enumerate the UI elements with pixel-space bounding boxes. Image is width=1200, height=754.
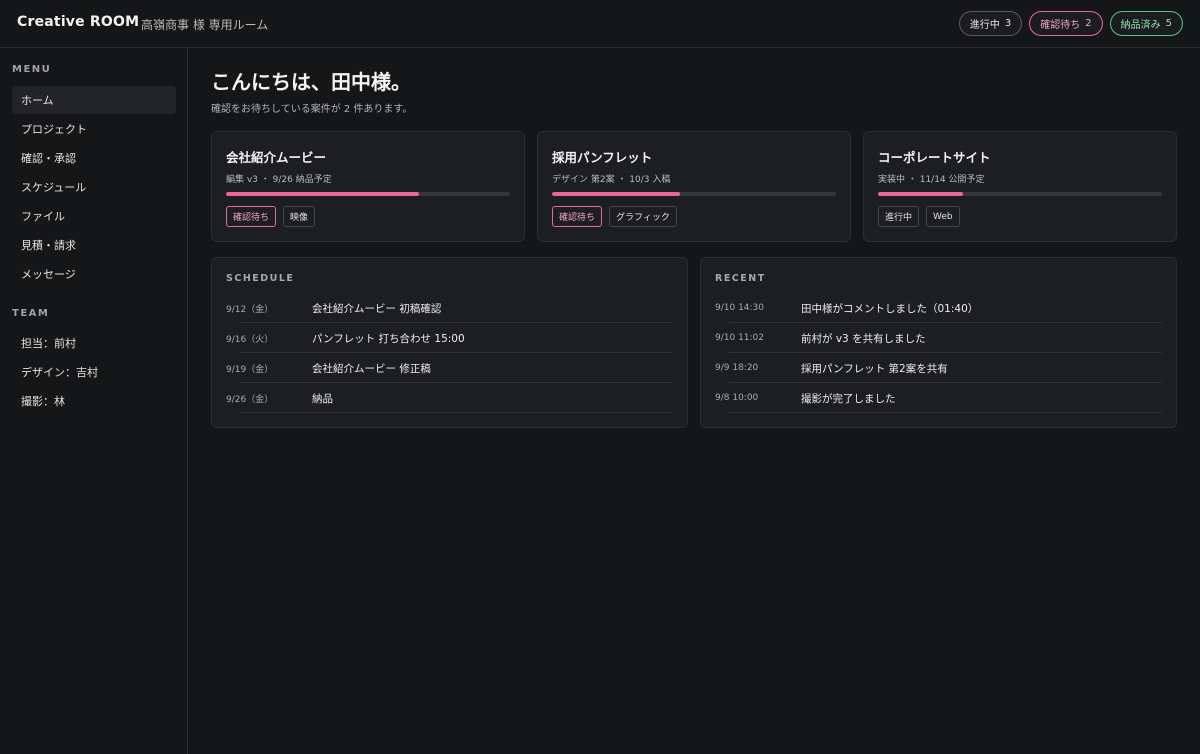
sidebar-item-files[interactable]: ファイル <box>12 202 176 230</box>
schedule-date: 9/16（火） <box>226 334 274 345</box>
page-subtitle: 確認をお待ちしている案件が 2 件あります。 <box>211 104 413 115</box>
schedule-date: 9/19（金） <box>226 364 274 375</box>
sidebar-item-projects[interactable]: プロジェクト <box>12 115 176 143</box>
sidebar-item-label: ホーム <box>21 94 54 107</box>
sidebar-item-label: メッセージ <box>21 268 76 281</box>
team-member-label: 担当：前村 <box>21 337 76 350</box>
sidebar-item-home[interactable]: ホーム <box>12 86 176 114</box>
brand-logo[interactable]: Creative ROOM <box>17 14 139 30</box>
team-member-label: 撮影：林 <box>21 395 65 408</box>
status-badge: 進行中 <box>878 206 920 227</box>
status-pill-count: 3 <box>1004 18 1012 29</box>
project-card[interactable]: コーポレートサイト 実装中 ・ 11/14 公開予定 進行中 Web <box>863 131 1177 242</box>
sidebar-item-label: ファイル <box>21 210 65 223</box>
divider <box>240 412 673 413</box>
project-meta: 実装中 ・ 11/14 公開予定 <box>878 175 985 185</box>
activity-item[interactable]: 9/9 18:20 採用パンフレット 第2案を共有 <box>715 353 1162 383</box>
schedule-date: 9/26（金） <box>226 394 274 405</box>
activity-time: 9/9 18:20 <box>715 363 759 373</box>
team-heading: TEAM <box>12 308 50 319</box>
schedule-item[interactable]: 9/26（金） 納品 <box>226 383 673 413</box>
activity-text: 採用パンフレット 第2案を共有 <box>801 362 948 375</box>
status-badge: 確認待ち <box>552 206 603 227</box>
schedule-title: 会社紹介ムービー 修正稿 <box>312 362 431 375</box>
project-meta: 編集 v3 ・ 9/26 納品予定 <box>226 175 332 185</box>
status-pill-awaiting-review[interactable]: 確認待ち 2 <box>1029 11 1103 36</box>
category-badge: グラフィック <box>609 206 677 227</box>
activity-text: 前村が v3 を共有しました <box>801 332 926 345</box>
status-pill-in-progress[interactable]: 進行中 3 <box>958 11 1023 36</box>
status-badge: 確認待ち <box>226 206 277 227</box>
project-title: 採用パンフレット <box>552 150 653 165</box>
activity-text: 撮影が完了しました <box>801 392 896 405</box>
activity-item[interactable]: 9/10 11:02 前村が v3 を共有しました <box>715 323 1162 353</box>
sidebar-item-billing[interactable]: 見積・請求 <box>12 231 176 259</box>
project-tags: 確認待ち グラフィック <box>552 206 677 227</box>
status-pill-label: 納品済み <box>1120 20 1161 31</box>
category-badge: Web <box>926 206 960 227</box>
divider <box>729 412 1162 413</box>
progress-fill <box>552 192 680 196</box>
team-member-designer[interactable]: デザイン：吉村 <box>12 358 176 386</box>
schedule-item[interactable]: 9/12（金） 会社紹介ムービー 初稿確認 <box>226 293 673 323</box>
project-meta: デザイン 第2案 ・ 10/3 入稿 <box>552 175 671 185</box>
recent-heading: RECENT <box>715 273 766 284</box>
room-title: 高嶺商事 様 専用ルーム <box>141 18 269 32</box>
project-title: コーポレートサイト <box>878 150 991 165</box>
sidebar: MENU ホーム プロジェクト 確認・承認 スケジュール ファイル 見積・請求 … <box>0 48 188 754</box>
schedule-panel: SCHEDULE 9/12（金） 会社紹介ムービー 初稿確認 9/16（火） パ… <box>211 257 688 428</box>
progress-bar <box>878 192 1162 196</box>
category-badge: 映像 <box>283 206 316 227</box>
schedule-date: 9/12（金） <box>226 304 274 315</box>
status-pill-count: 5 <box>1165 18 1172 29</box>
sidebar-item-label: 確認・承認 <box>21 152 76 165</box>
schedule-item[interactable]: 9/16（火） パンフレット 打ち合わせ 15:00 <box>226 323 673 353</box>
status-pill-delivered[interactable]: 納品済み 5 <box>1109 11 1183 36</box>
schedule-item[interactable]: 9/19（金） 会社紹介ムービー 修正稿 <box>226 353 673 383</box>
activity-time: 9/10 11:02 <box>715 333 765 343</box>
recent-activity-panel: RECENT 9/10 14:30 田中様がコメントしました（01:40） 9/… <box>700 257 1177 428</box>
menu-heading: MENU <box>12 64 52 75</box>
project-tags: 確認待ち 映像 <box>226 206 316 227</box>
schedule-title: パンフレット 打ち合わせ 15:00 <box>312 332 465 345</box>
progress-bar <box>552 192 836 196</box>
activity-time: 9/10 14:30 <box>715 303 765 313</box>
sidebar-item-review[interactable]: 確認・承認 <box>12 144 176 172</box>
schedule-title: 会社紹介ムービー 初稿確認 <box>312 302 442 315</box>
project-card[interactable]: 会社紹介ムービー 編集 v3 ・ 9/26 納品予定 確認待ち 映像 <box>211 131 525 242</box>
app-header: Creative ROOM 高嶺商事 様 専用ルーム 進行中 3 確認待ち 2 … <box>0 0 1200 48</box>
team-member-label: デザイン：吉村 <box>21 366 98 379</box>
progress-fill <box>878 192 964 196</box>
schedule-heading: SCHEDULE <box>226 273 295 284</box>
activity-text: 田中様がコメントしました（01:40） <box>801 302 979 315</box>
project-card[interactable]: 採用パンフレット デザイン 第2案 ・ 10/3 入稿 確認待ち グラフィック <box>537 131 851 242</box>
activity-time: 9/8 10:00 <box>715 393 759 403</box>
status-pill-label: 確認待ち <box>1040 20 1081 31</box>
project-tags: 進行中 Web <box>878 206 960 227</box>
page-title: こんにちは、田中様。 <box>211 70 411 94</box>
progress-fill <box>226 192 420 196</box>
activity-item[interactable]: 9/10 14:30 田中様がコメントしました（01:40） <box>715 293 1162 323</box>
sidebar-item-label: スケジュール <box>21 181 87 194</box>
status-pill-label: 進行中 <box>969 20 1000 31</box>
team-member-photographer[interactable]: 撮影：林 <box>12 387 176 415</box>
schedule-title: 納品 <box>312 392 333 405</box>
status-pill-count: 2 <box>1085 18 1092 29</box>
project-title: 会社紹介ムービー <box>226 150 327 165</box>
team-member-manager[interactable]: 担当：前村 <box>12 329 176 357</box>
status-summary: 進行中 3 確認待ち 2 納品済み 5 <box>958 11 1183 36</box>
sidebar-item-messages[interactable]: メッセージ <box>12 260 176 288</box>
progress-bar <box>226 192 510 196</box>
activity-item[interactable]: 9/8 10:00 撮影が完了しました <box>715 383 1162 413</box>
sidebar-item-schedule[interactable]: スケジュール <box>12 173 176 201</box>
sidebar-item-label: プロジェクト <box>21 123 87 136</box>
sidebar-item-label: 見積・請求 <box>21 239 76 252</box>
